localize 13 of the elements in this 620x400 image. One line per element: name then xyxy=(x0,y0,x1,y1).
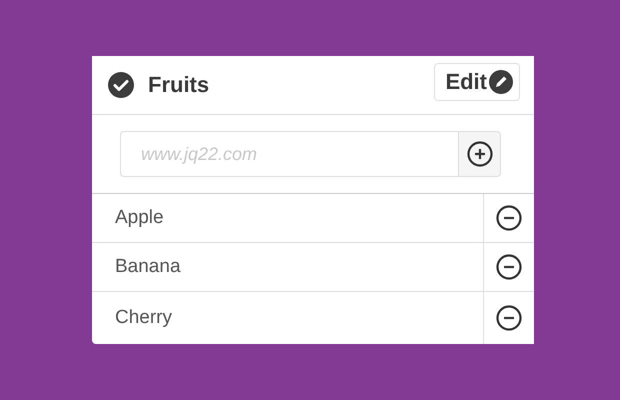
plus-icon xyxy=(466,141,492,167)
item-label: Apple xyxy=(114,206,165,230)
pencil-icon xyxy=(489,70,513,94)
item-label: Banana xyxy=(114,255,182,279)
edit-button[interactable]: Edit xyxy=(434,63,520,101)
remove-button[interactable] xyxy=(483,292,534,344)
checkmark-icon xyxy=(108,72,134,98)
list-title: Fruits xyxy=(148,72,210,98)
item-label: Cherry xyxy=(114,306,174,330)
minus-icon xyxy=(496,254,522,280)
add-button[interactable] xyxy=(458,131,501,177)
minus-icon xyxy=(496,305,522,331)
minus-icon xyxy=(496,205,522,231)
